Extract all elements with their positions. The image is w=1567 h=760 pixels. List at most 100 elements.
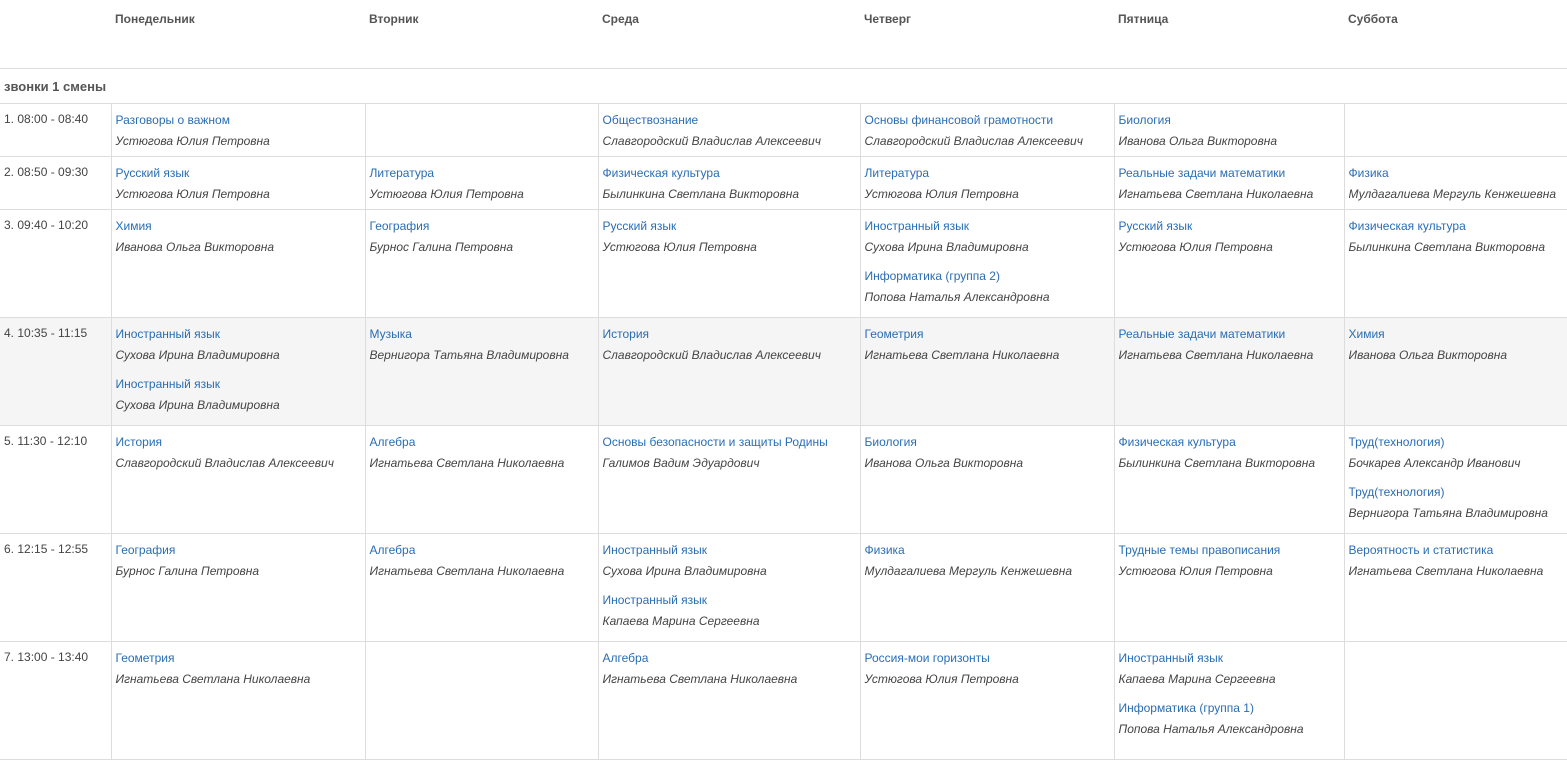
teacher-name: Иванова Ольга Викторовна xyxy=(864,456,1024,470)
subject-link[interactable]: Физическая культура xyxy=(603,165,856,181)
subject-link[interactable]: География xyxy=(370,218,594,234)
subject-link[interactable]: Литература xyxy=(865,165,1110,181)
lesson-cell-tuesday xyxy=(364,641,598,760)
teacher-name: Иванова Ольга Викторовна xyxy=(1348,348,1508,362)
lesson-cell-wednesday: История Славгородский Владислав Алексееви… xyxy=(597,317,860,426)
lesson-cell-monday: Геометрия Игнатьева Светлана Николаевна xyxy=(110,641,365,760)
subject-link[interactable]: Биология xyxy=(1119,112,1340,128)
subject-link[interactable]: История xyxy=(603,326,856,342)
shift-title-row: звонки 1 смены xyxy=(0,68,1567,104)
subject-link[interactable]: Химия xyxy=(116,218,361,234)
lesson-time: 6. 12:15 - 12:55 xyxy=(0,533,111,642)
lesson-cell-monday: Русский язык Устюгова Юлия Петровна xyxy=(110,156,365,210)
lesson-cell-monday: История Славгородский Владислав Алексееви… xyxy=(110,425,365,534)
lesson-entry: Алгебра Игнатьева Светлана Николаевна xyxy=(370,434,594,471)
teacher-name: Славгородский Владислав Алексеевич xyxy=(115,456,334,470)
lesson-entry: Иностранный язык Капаева Марина Сергеевна xyxy=(603,592,856,629)
subject-link[interactable]: Физическая культура xyxy=(1349,218,1564,234)
subject-link[interactable]: Русский язык xyxy=(1119,218,1340,234)
teacher-name: Капаева Марина Сергеевна xyxy=(1118,672,1276,686)
lesson-cell-friday: Физическая культура Былинкина Светлана Ви… xyxy=(1113,425,1344,534)
lesson-entry: Обществознание Славгородский Владислав Ал… xyxy=(603,112,856,149)
lesson-row: 5. 11:30 - 12:10 История Славгородский Вла… xyxy=(0,425,1567,534)
lesson-cell-saturday: Труд(технология) Бочкарев Александр Ивано… xyxy=(1343,425,1567,534)
lesson-entry: Основы безопасности и защиты Родины Галим… xyxy=(603,434,856,471)
lesson-cell-tuesday: Алгебра Игнатьева Светлана Николаевна xyxy=(364,533,598,642)
subject-link[interactable]: Иностранный язык xyxy=(603,542,856,558)
subject-link[interactable]: Реальные задачи математики xyxy=(1119,165,1340,181)
lesson-cell-saturday: Химия Иванова Ольга Викторовна xyxy=(1343,317,1567,426)
schedule-body: звонки 1 смены 1. 08:00 - 08:40 Разговоры… xyxy=(0,68,1567,760)
subject-link[interactable]: Иностранный язык xyxy=(116,376,361,392)
lesson-entry: История Славгородский Владислав Алексееви… xyxy=(116,434,361,471)
lesson-cell-thursday: Геометрия Игнатьева Светлана Николаевна xyxy=(859,317,1114,426)
lesson-entry: География Бурнос Галина Петровна xyxy=(370,218,594,255)
subject-link[interactable]: Реальные задачи математики xyxy=(1119,326,1340,342)
subject-link[interactable]: Алгебра xyxy=(603,650,856,666)
subject-link[interactable]: Труд(технология) xyxy=(1349,434,1564,450)
subject-link[interactable]: Основы финансовой грамотности xyxy=(865,112,1110,128)
lesson-entry: Реальные задачи математики Игнатьева Свет… xyxy=(1119,326,1340,363)
subject-link[interactable]: Информатика (группа 2) xyxy=(865,268,1110,284)
subject-link[interactable]: Химия xyxy=(1349,326,1564,342)
subject-link[interactable]: Россия-мои горизонты xyxy=(865,650,1110,666)
subject-link[interactable]: Иностранный язык xyxy=(603,592,856,608)
lesson-cell-tuesday: Алгебра Игнатьева Светлана Николаевна xyxy=(364,425,598,534)
subject-link[interactable]: Русский язык xyxy=(116,165,361,181)
lesson-time: 3. 09:40 - 10:20 xyxy=(0,209,111,318)
subject-link[interactable]: Основы безопасности и защиты Родины xyxy=(603,434,856,450)
lesson-entry: Химия Иванова Ольга Викторовна xyxy=(1349,326,1564,363)
teacher-name: Капаева Марина Сергеевна xyxy=(602,614,760,628)
teacher-name: Иванова Ольга Викторовна xyxy=(115,240,275,254)
teacher-name: Устюгова Юлия Петровна xyxy=(864,187,1019,201)
teacher-name: Устюгова Юлия Петровна xyxy=(369,187,524,201)
subject-link[interactable]: Геометрия xyxy=(116,650,361,666)
subject-link[interactable]: География xyxy=(116,542,361,558)
teacher-name: Вернигора Татьяна Владимировна xyxy=(1348,506,1548,520)
subject-link[interactable]: Труд(технология) xyxy=(1349,484,1564,500)
lesson-cell-wednesday: Иностранный язык Сухова Ирина Владимировн… xyxy=(597,533,860,642)
lesson-entry: Информатика (группа 1) Попова Наталья Але… xyxy=(1119,700,1340,737)
subject-link[interactable]: Биология xyxy=(865,434,1110,450)
teacher-name: Былинкина Светлана Викторовна xyxy=(1348,240,1546,254)
subject-link[interactable]: Русский язык xyxy=(603,218,856,234)
subject-link[interactable]: Музыка xyxy=(370,326,594,342)
subject-link[interactable]: История xyxy=(116,434,361,450)
lesson-entry: Русский язык Устюгова Юлия Петровна xyxy=(116,165,361,202)
lesson-entry: Иностранный язык Сухова Ирина Владимировн… xyxy=(116,326,361,363)
lesson-cell-wednesday: Основы безопасности и защиты Родины Галим… xyxy=(597,425,860,534)
lesson-entry: Вероятность и статистика Игнатьева Светла… xyxy=(1349,542,1564,579)
lesson-entry: Алгебра Игнатьева Светлана Николаевна xyxy=(370,542,594,579)
subject-link[interactable]: Иностранный язык xyxy=(865,218,1110,234)
subject-link[interactable]: Физика xyxy=(865,542,1110,558)
teacher-name: Устюгова Юлия Петровна xyxy=(602,240,757,254)
subject-link[interactable]: Геометрия xyxy=(865,326,1110,342)
subject-link[interactable]: Информатика (группа 1) xyxy=(1119,700,1340,716)
lesson-entry: Биология Иванова Ольга Викторовна xyxy=(865,434,1110,471)
subject-link[interactable]: Физика xyxy=(1349,165,1564,181)
teacher-name: Устюгова Юлия Петровна xyxy=(864,672,1019,686)
teacher-name: Бочкарев Александр Иванович xyxy=(1348,456,1521,470)
subject-link[interactable]: Литература xyxy=(370,165,594,181)
teacher-name: Бурнос Галина Петровна xyxy=(369,240,514,254)
day-header-friday: Пятница xyxy=(1114,0,1344,69)
subject-link[interactable]: Иностранный язык xyxy=(116,326,361,342)
subject-link[interactable]: Физическая культура xyxy=(1119,434,1340,450)
subject-link[interactable]: Алгебра xyxy=(370,542,594,558)
teacher-name: Сухова Ирина Владимировна xyxy=(115,348,280,362)
day-header-thursday: Четверг xyxy=(860,0,1114,69)
subject-link[interactable]: Иностранный язык xyxy=(1119,650,1340,666)
schedule-table: Понедельник Вторник Среда Четверг Пятниц… xyxy=(0,0,1567,760)
lesson-entry: Иностранный язык Капаева Марина Сергеевна xyxy=(1119,650,1340,687)
subject-link[interactable]: Трудные темы правописания xyxy=(1119,542,1340,558)
lesson-entry: Музыка Вернигора Татьяна Владимировна xyxy=(370,326,594,363)
teacher-name: Игнатьева Светлана Николаевна xyxy=(864,348,1060,362)
lesson-cell-tuesday: Музыка Вернигора Татьяна Владимировна xyxy=(364,317,598,426)
subject-link[interactable]: Разговоры о важном xyxy=(116,112,361,128)
subject-link[interactable]: Обществознание xyxy=(603,112,856,128)
lesson-row: 2. 08:50 - 09:30 Русский язык Устюгова Юли… xyxy=(0,156,1567,210)
subject-link[interactable]: Вероятность и статистика xyxy=(1349,542,1564,558)
lesson-entry: Реальные задачи математики Игнатьева Свет… xyxy=(1119,165,1340,202)
teacher-name: Галимов Вадим Эдуардович xyxy=(602,456,760,470)
subject-link[interactable]: Алгебра xyxy=(370,434,594,450)
